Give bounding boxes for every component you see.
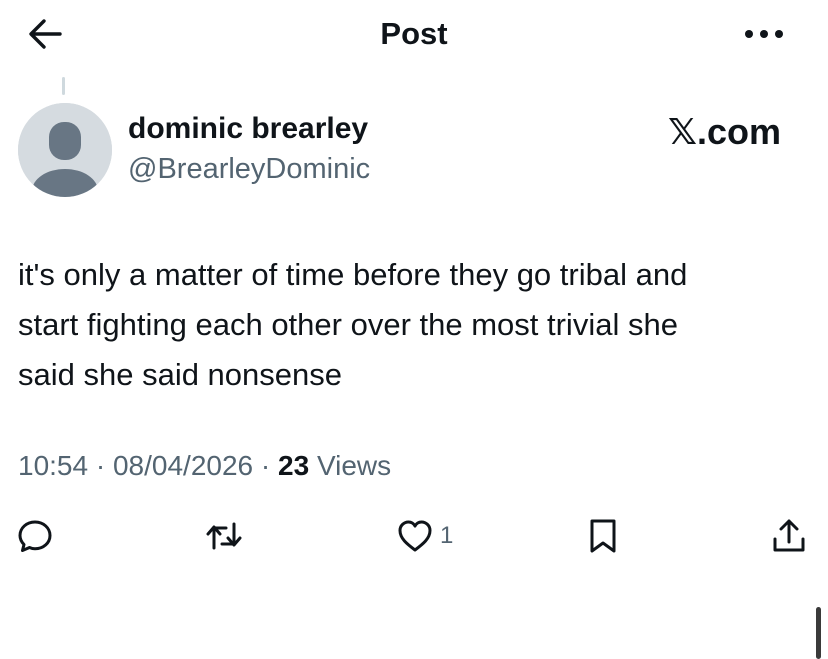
author-handle[interactable]: @BrearleyDominic bbox=[128, 150, 370, 188]
bookmark-icon bbox=[590, 519, 616, 553]
avatar[interactable] bbox=[18, 103, 112, 197]
more-options-button[interactable] bbox=[740, 16, 788, 52]
tweet-text: it's only a matter of time before they g… bbox=[18, 257, 688, 392]
meta-separator: · bbox=[253, 450, 278, 481]
reply-icon bbox=[18, 520, 52, 552]
share-button[interactable] bbox=[770, 514, 808, 558]
like-button[interactable]: 1 bbox=[396, 514, 453, 558]
share-icon bbox=[773, 519, 805, 552]
bookmark-button[interactable] bbox=[584, 514, 622, 558]
ellipsis-icon bbox=[745, 30, 783, 38]
tweet-date: 08/04/2026 bbox=[112, 450, 254, 481]
default-avatar-icon bbox=[18, 103, 112, 197]
views-count: 23 bbox=[278, 450, 310, 481]
thread-connector-line bbox=[62, 77, 65, 95]
author-display-name[interactable]: dominic brearley bbox=[128, 110, 368, 148]
tweet-time: 10:54 bbox=[18, 450, 89, 481]
meta-separator: · bbox=[88, 450, 113, 481]
tweet-meta: 10:54 · 08/04/2026 · 23 Views bbox=[18, 446, 391, 486]
scrollbar[interactable] bbox=[816, 607, 821, 659]
page-title: Post bbox=[380, 16, 448, 51]
reply-button[interactable] bbox=[16, 514, 54, 558]
heart-icon bbox=[398, 520, 432, 552]
like-count: 1 bbox=[440, 522, 454, 549]
views-label: Views bbox=[316, 450, 392, 481]
retweet-button[interactable] bbox=[205, 514, 243, 558]
retweet-icon bbox=[206, 522, 242, 550]
x-com-watermark: 𝕏.com bbox=[668, 111, 782, 152]
